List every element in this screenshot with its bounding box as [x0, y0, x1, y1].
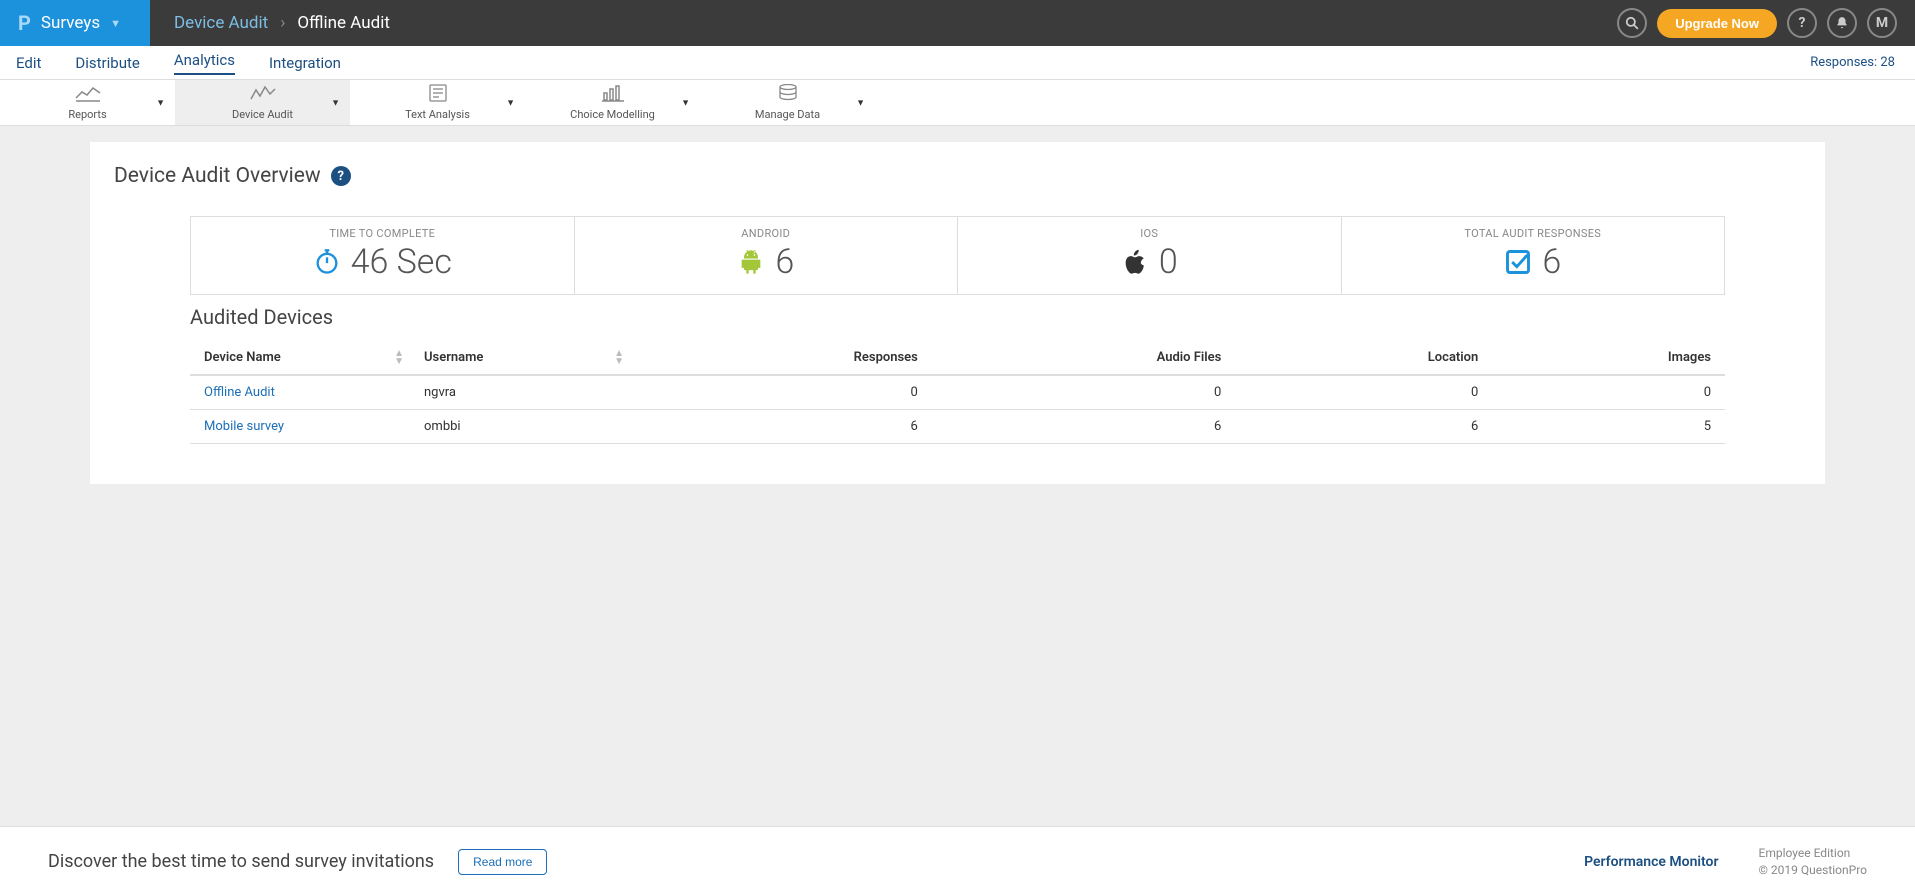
device-link[interactable]: Offline Audit — [204, 385, 275, 400]
page-title: Device Audit Overview — [114, 164, 321, 188]
chevron-right-icon: › — [280, 13, 285, 33]
cell-responses: 6 — [630, 410, 932, 444]
bar-chart-icon — [601, 84, 625, 106]
page-title-row: Device Audit Overview ? — [90, 164, 1825, 188]
nav-integration[interactable]: Integration — [269, 54, 341, 72]
stopwatch-icon — [313, 248, 341, 276]
device-link[interactable]: Mobile survey — [204, 419, 284, 434]
stat-label: IOS — [958, 227, 1341, 240]
chevron-down-icon: ▼ — [110, 17, 121, 30]
edition-label: Employee Edition — [1759, 845, 1867, 862]
user-avatar[interactable]: M — [1867, 8, 1897, 38]
cell-username: ngvra — [410, 375, 630, 410]
table-row: Offline Audit ngvra 0 0 0 0 — [190, 375, 1725, 410]
stat-label: TIME TO COMPLETE — [191, 227, 574, 240]
nav-edit[interactable]: Edit — [16, 54, 41, 72]
th-device-name[interactable]: Device Name ▲▼ — [190, 341, 410, 375]
stat-total-responses: TOTAL AUDIT RESPONSES 6 — [1342, 217, 1725, 294]
section-title: Audited Devices — [190, 305, 1825, 329]
chevron-down-icon: ▼ — [681, 97, 690, 108]
chevron-down-icon: ▼ — [156, 97, 165, 108]
footer: Discover the best time to send survey in… — [0, 826, 1915, 896]
stat-time-to-complete: TIME TO COMPLETE 46 Sec — [191, 217, 575, 294]
cell-username: ombbi — [410, 410, 630, 444]
stat-value: 6 — [775, 242, 794, 282]
stat-value: 0 — [1159, 242, 1178, 282]
bell-icon — [1835, 16, 1849, 30]
th-location[interactable]: Location — [1235, 341, 1492, 375]
search-button[interactable] — [1617, 8, 1647, 38]
breadcrumb-current: Offline Audit — [297, 13, 390, 33]
checkbox-icon — [1504, 248, 1532, 276]
footer-message: Discover the best time to send survey in… — [48, 851, 434, 872]
stat-ios: IOS 0 — [958, 217, 1342, 294]
chevron-down-icon: ▼ — [506, 97, 515, 108]
subnav-reports[interactable]: Reports ▼ — [0, 80, 175, 125]
table-row: Mobile survey ombbi 6 6 6 5 — [190, 410, 1725, 444]
th-responses[interactable]: Responses — [630, 341, 932, 375]
cell-audio: 0 — [932, 375, 1235, 410]
upgrade-button[interactable]: Upgrade Now — [1657, 9, 1777, 38]
nav-analytics[interactable]: Analytics — [174, 51, 235, 75]
subnav-label: Manage Data — [755, 108, 820, 121]
chevron-down-icon: ▼ — [331, 97, 340, 108]
sub-nav: Reports ▼ Device Audit ▼ Text Analysis ▼… — [0, 80, 1915, 126]
breadcrumb-link[interactable]: Device Audit — [174, 13, 268, 33]
stat-value: 46 Sec — [351, 242, 452, 282]
chart-line-icon — [75, 84, 101, 106]
chevron-down-icon: ▼ — [856, 97, 865, 108]
notifications-button[interactable] — [1827, 8, 1857, 38]
cell-location: 0 — [1235, 375, 1492, 410]
th-images[interactable]: Images — [1492, 341, 1725, 375]
main-nav: Edit Distribute Analytics Integration Re… — [0, 46, 1915, 80]
copyright-label: © 2019 QuestionPro — [1759, 862, 1867, 879]
subnav-device-audit[interactable]: Device Audit ▼ — [175, 80, 350, 125]
read-more-button[interactable]: Read more — [458, 849, 547, 875]
stats-row: TIME TO COMPLETE 46 Sec ANDROID 6 IOS — [190, 216, 1725, 295]
cell-responses: 0 — [630, 375, 932, 410]
footer-right: Performance Monitor Employee Edition © 2… — [1584, 845, 1867, 879]
cell-images: 0 — [1492, 375, 1725, 410]
footer-info: Employee Edition © 2019 QuestionPro — [1759, 845, 1867, 879]
th-username[interactable]: Username ▲▼ — [410, 341, 630, 375]
table-header-row: Device Name ▲▼ Username ▲▼ Responses Aud… — [190, 341, 1725, 375]
subnav-label: Text Analysis — [405, 108, 470, 121]
th-audio-files[interactable]: Audio Files — [932, 341, 1235, 375]
module-selector[interactable]: P Surveys ▼ — [0, 0, 150, 46]
search-icon — [1625, 16, 1639, 30]
sort-icon: ▲▼ — [614, 350, 624, 366]
subnav-label: Choice Modelling — [570, 108, 655, 121]
main-content: Device Audit Overview ? TIME TO COMPLETE… — [90, 142, 1825, 484]
performance-monitor-link[interactable]: Performance Monitor — [1584, 854, 1718, 870]
audited-devices-table: Device Name ▲▼ Username ▲▼ Responses Aud… — [190, 341, 1725, 444]
stat-label: ANDROID — [575, 227, 958, 240]
subnav-label: Reports — [68, 108, 106, 121]
subnav-manage-data[interactable]: Manage Data ▼ — [700, 80, 875, 125]
module-label: Surveys — [41, 13, 100, 33]
responses-count[interactable]: Responses: 28 — [1810, 55, 1895, 70]
subnav-label: Device Audit — [232, 108, 293, 121]
database-icon — [778, 84, 798, 106]
chart-zigzag-icon — [250, 84, 276, 106]
sort-icon: ▲▼ — [394, 350, 404, 366]
subnav-choice-modelling[interactable]: Choice Modelling ▼ — [525, 80, 700, 125]
breadcrumb: Device Audit › Offline Audit — [150, 13, 390, 33]
cell-audio: 6 — [932, 410, 1235, 444]
android-icon — [737, 248, 765, 276]
stat-value: 6 — [1542, 242, 1561, 282]
apple-icon — [1121, 248, 1149, 276]
cell-location: 6 — [1235, 410, 1492, 444]
topbar-right: Upgrade Now ? M — [1617, 8, 1915, 38]
subnav-text-analysis[interactable]: Text Analysis ▼ — [350, 80, 525, 125]
topbar: P Surveys ▼ Device Audit › Offline Audit… — [0, 0, 1915, 46]
nav-distribute[interactable]: Distribute — [75, 54, 139, 72]
document-icon — [428, 84, 448, 106]
stat-android: ANDROID 6 — [575, 217, 959, 294]
help-button[interactable]: ? — [1787, 8, 1817, 38]
stat-label: TOTAL AUDIT RESPONSES — [1342, 227, 1725, 240]
help-icon[interactable]: ? — [331, 166, 351, 186]
cell-images: 5 — [1492, 410, 1725, 444]
logo-icon: P — [18, 11, 31, 35]
